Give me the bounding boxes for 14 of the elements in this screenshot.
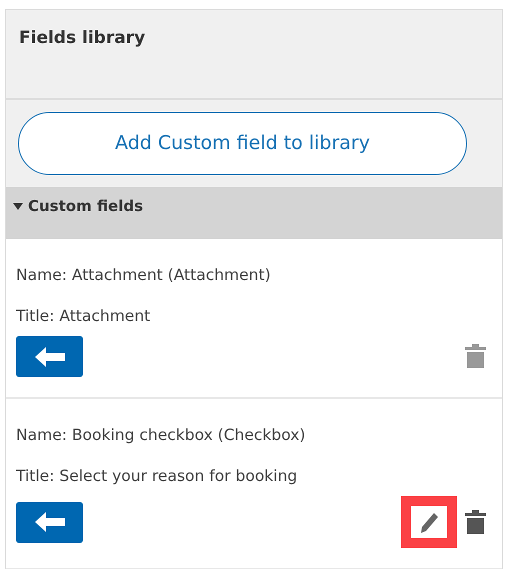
section-header[interactable]: Custom fields: [6, 187, 502, 240]
field-name: Name: Attachment (Attachment): [16, 265, 271, 286]
left-arrow-icon: [34, 512, 64, 532]
field-title: Title: Select your reason for booking: [16, 466, 298, 488]
move-left-button[interactable]: [16, 502, 83, 543]
field-name: Name: Booking checkbox (Checkbox): [16, 425, 306, 446]
left-arrow-icon: [34, 346, 64, 367]
section-label: Custom fields: [28, 197, 144, 216]
panel-title: Fields library: [19, 28, 146, 48]
add-custom-field-button[interactable]: Add Custom field to library: [18, 112, 467, 175]
pencil-icon: [418, 510, 440, 534]
trash-icon[interactable]: [465, 510, 486, 535]
field-title: Title: Attachment: [16, 306, 150, 328]
move-left-button[interactable]: [16, 336, 83, 378]
